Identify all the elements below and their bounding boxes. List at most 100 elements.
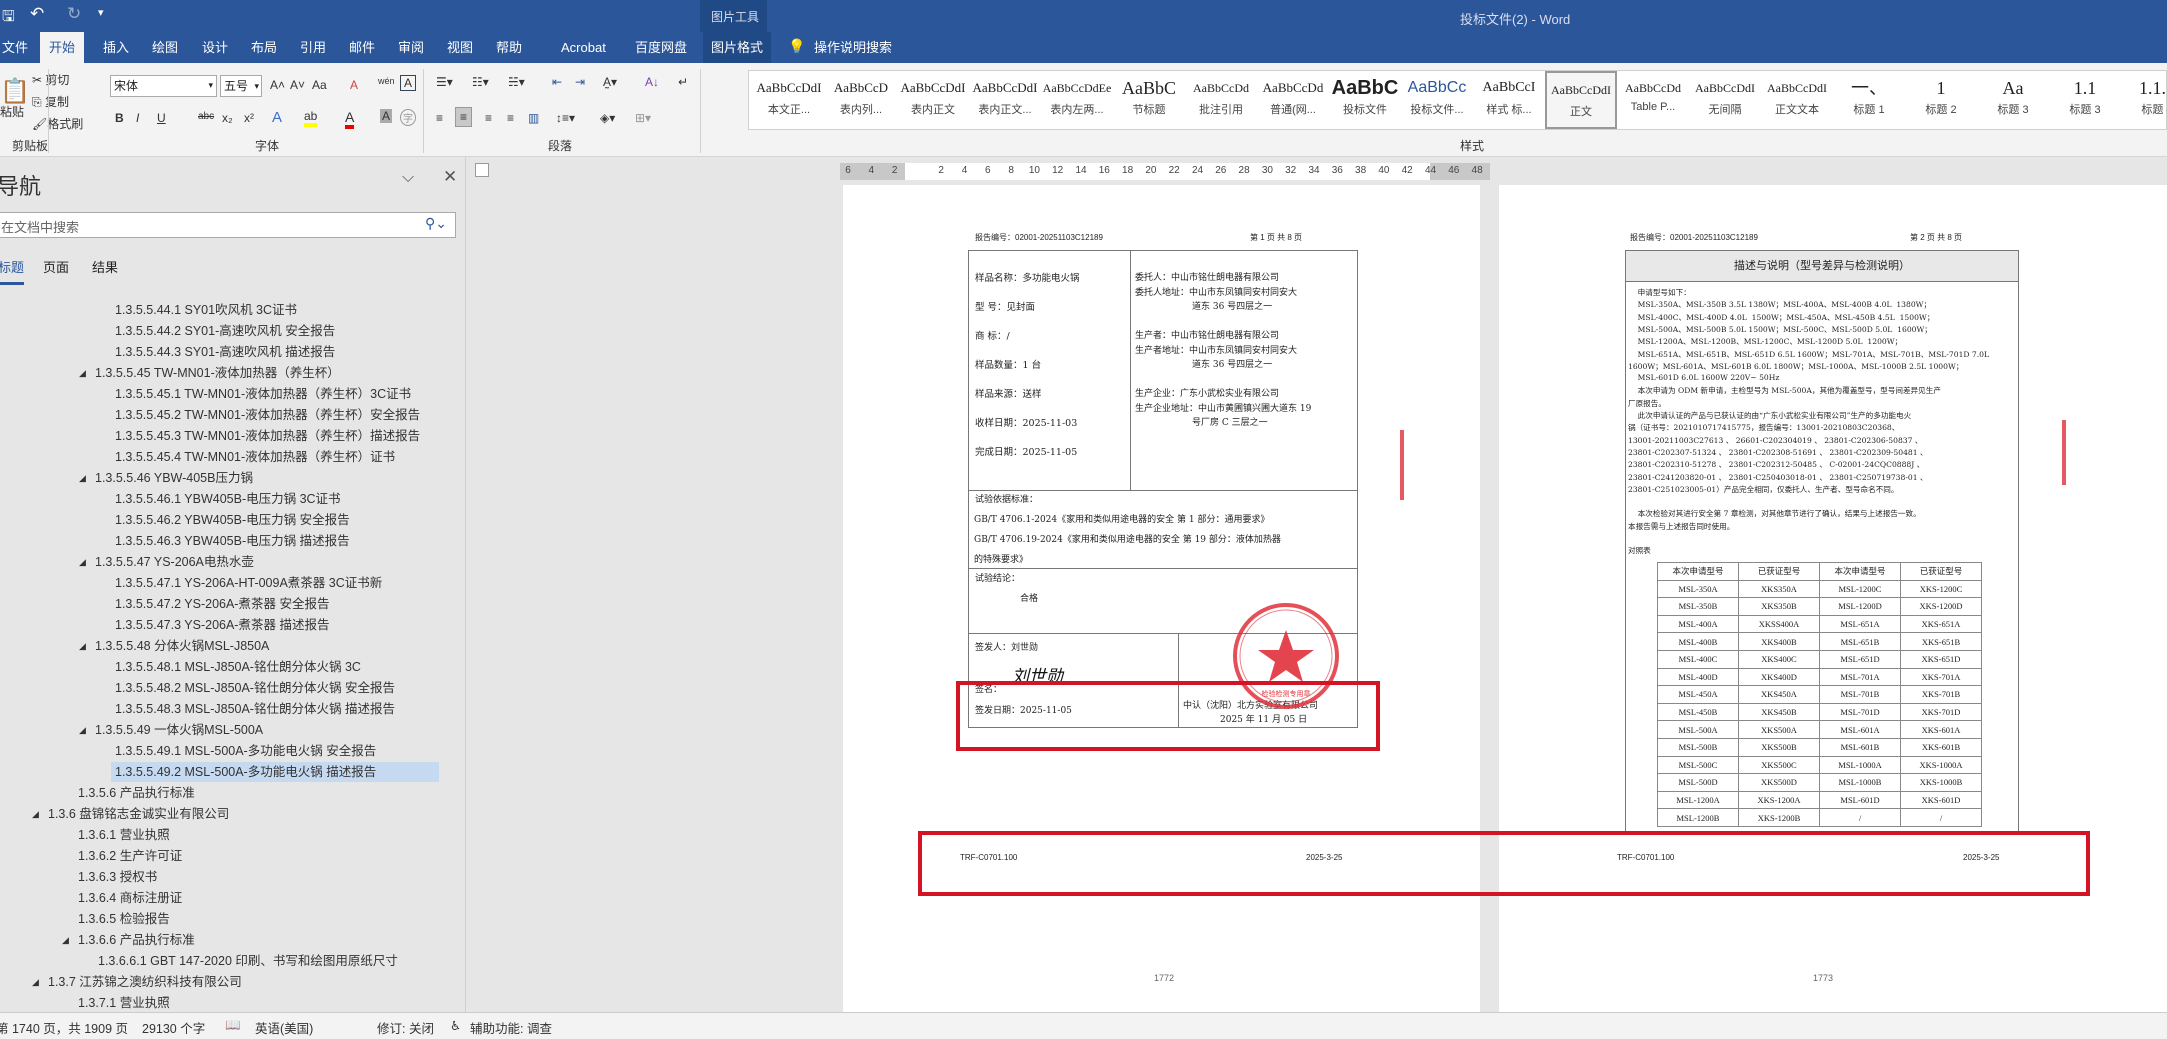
nav-heading-item[interactable]: 1.3.5.5.46 YBW-405B压力锅 (91, 468, 253, 488)
nav-heading-item[interactable]: 1.3.5.5.45.4 TW-MN01-液体加热器（养生杯）证书 (111, 447, 395, 467)
nav-heading-item[interactable]: 1.3.7.1 营业执照 (74, 993, 170, 1013)
nav-heading-item[interactable]: 1.3.5.5.44.1 SY01吹风机 3C证书 (111, 300, 297, 320)
nav-heading-item[interactable]: 1.3.6 盘锦铭志金诚实业有限公司 (44, 804, 229, 824)
enclose-characters-button[interactable]: 字 (400, 109, 416, 126)
style-item[interactable]: AaBbCcDdI 表内正文... (969, 71, 1041, 129)
nav-heading-item[interactable]: 1.3.5.5.46.2 YBW405B-电压力锅 安全报告 (111, 510, 350, 530)
language[interactable]: 英语(美国) (255, 1018, 313, 1037)
shading-icon[interactable]: ◈▾ (600, 111, 615, 125)
style-item[interactable]: AaBbCcDdI 无间隔 (1689, 71, 1761, 129)
style-item[interactable]: AaBbC 节标题 (1113, 71, 1185, 129)
nav-heading-item[interactable]: 1.3.6.5 检验报告 (74, 909, 170, 929)
style-item[interactable]: AaBbCcDdEe 表内左两... (1041, 71, 1113, 129)
tab-draw[interactable]: 绘图 (144, 32, 186, 63)
style-item[interactable]: AaBbCcI 样式 标... (1473, 71, 1545, 129)
bullets-icon[interactable]: ☰▾ (436, 75, 453, 89)
search-input[interactable]: 在文档中搜索 ⚲⌄ (0, 212, 456, 238)
style-item[interactable]: AaBbCcDdI 本文正... (753, 71, 825, 129)
highlight-button[interactable]: ab (304, 109, 318, 127)
expand-triangle-icon[interactable]: ◢ (32, 809, 39, 820)
style-item[interactable]: AaBbCcDdI 正文 (1545, 71, 1617, 129)
nav-heading-item[interactable]: 1.3.5.5.47.1 YS-206A-HT-009A煮茶器 3C证书新 (111, 573, 382, 593)
redo-icon[interactable]: ↻ (67, 4, 81, 24)
nav-heading-item[interactable]: 1.3.5.5.46.1 YBW405B-电压力锅 3C证书 (111, 489, 341, 509)
style-item[interactable]: Aa 标题 3 (1977, 71, 2049, 129)
expand-triangle-icon[interactable]: ◢ (79, 473, 86, 484)
expand-triangle-icon[interactable]: ◢ (32, 977, 39, 988)
nav-heading-item[interactable]: 1.3.5.5.49.1 MSL-500A-多功能电火锅 安全报告 (111, 741, 376, 761)
cut-button[interactable]: ✂ 剪切 (32, 71, 69, 88)
tab-acrobat[interactable]: Acrobat (553, 32, 614, 63)
tab-design[interactable]: 设计 (194, 32, 236, 63)
tab-insert[interactable]: 插入 (95, 32, 137, 63)
subscript-button[interactable]: x₂ (222, 111, 233, 125)
undo-icon[interactable]: ↶ (30, 4, 44, 24)
track-changes-status[interactable]: 修订: 关闭 (377, 1018, 434, 1037)
tab-results[interactable]: 结果 (92, 257, 118, 276)
align-left-icon[interactable]: ≡ (436, 111, 443, 125)
font-color-button[interactable]: A (345, 109, 355, 129)
nav-heading-item[interactable]: 1.3.5.5.47.2 YS-206A-煮茶器 安全报告 (111, 594, 329, 614)
word-count[interactable]: 29130 个字 (142, 1018, 205, 1037)
nav-heading-item[interactable]: 1.3.5.5.49.2 MSL-500A-多功能电火锅 描述报告 (111, 762, 439, 782)
numbering-icon[interactable]: ☷▾ (472, 75, 489, 89)
accessibility-status[interactable]: 辅助功能: 调查 (470, 1018, 552, 1037)
tab-selector[interactable] (475, 163, 489, 177)
sort-icon[interactable]: A↓ (645, 75, 659, 89)
tab-references[interactable]: 引用 (292, 32, 334, 63)
decrease-indent-icon[interactable]: ⇤ (552, 75, 562, 89)
nav-heading-item[interactable]: 1.3.6.2 生产许可证 (74, 846, 182, 866)
nav-heading-item[interactable]: 1.3.5.5.48 分体火锅MSL-J850A (91, 636, 269, 656)
align-center-icon[interactable]: ≡ (455, 107, 473, 127)
expand-triangle-icon[interactable]: ◢ (62, 935, 69, 946)
format-painter-button[interactable]: 🖌格式刷 (32, 115, 83, 132)
superscript-button[interactable]: x² (244, 111, 254, 125)
paste-button[interactable]: 粘贴 (0, 103, 24, 120)
font-name-select[interactable]: 宋体 ▾ (110, 75, 217, 97)
nav-heading-item[interactable]: 1.3.5.5.44.3 SY01-高速吹风机 描述报告 (111, 342, 335, 362)
character-shading-button[interactable]: A (380, 109, 393, 123)
nav-heading-item[interactable]: 1.3.6.3 授权书 (74, 867, 157, 887)
save-icon[interactable]: 🖫 (2, 6, 15, 31)
justify-icon[interactable]: ≡ (507, 111, 514, 125)
tab-view[interactable]: 视图 (439, 32, 481, 63)
tell-me-search[interactable]: 操作说明搜索 (806, 32, 900, 63)
nav-heading-item[interactable]: 1.3.7 江苏锦之澳纺织科技有限公司 (44, 972, 242, 992)
tab-picture-format[interactable]: 图片格式 (703, 32, 772, 63)
bold-button[interactable]: B (115, 111, 124, 125)
style-item[interactable]: AaBbCcDd Table P... (1617, 71, 1689, 129)
nav-heading-item[interactable]: 1.3.5.5.48.1 MSL-J850A-铭仕朗分体火锅 3C (111, 657, 361, 677)
nav-heading-item[interactable]: 1.3.6.1 营业执照 (74, 825, 170, 845)
tab-file[interactable]: 文件 (0, 32, 36, 63)
multilevel-list-icon[interactable]: ☵▾ (508, 75, 525, 89)
style-item[interactable]: 1 标题 2 (1905, 71, 1977, 129)
underline-button[interactable]: U (157, 111, 166, 125)
nav-heading-item[interactable]: 1.3.5.5.48.3 MSL-J850A-铭仕朗分体火锅 描述报告 (111, 699, 395, 719)
show-marks-icon[interactable]: ↵ (678, 75, 688, 89)
tab-help[interactable]: 帮助 (488, 32, 530, 63)
nav-heading-item[interactable]: 1.3.5.5.45 TW-MN01-液体加热器（养生杯） (91, 363, 340, 383)
style-item[interactable]: AaBbCc 投标文件... (1401, 71, 1473, 129)
close-icon[interactable]: ✕ (443, 167, 457, 187)
tab-baidu-netdisk[interactable]: 百度网盘 (627, 32, 695, 63)
nav-heading-item[interactable]: 1.3.5.5.46.3 YBW405B-电压力锅 描述报告 (111, 531, 350, 551)
increase-indent-icon[interactable]: ⇥ (575, 75, 585, 89)
search-icon[interactable]: ⚲⌄ (425, 215, 447, 232)
clear-formatting-button[interactable]: A (350, 78, 358, 92)
tab-home[interactable]: 开始 (40, 32, 84, 63)
expand-triangle-icon[interactable]: ◢ (79, 368, 86, 379)
nav-heading-item[interactable]: 1.3.5.5.47 YS-206A电热水壶 (91, 552, 254, 572)
line-spacing-icon[interactable]: ↕≡▾ (556, 111, 575, 125)
nav-heading-item[interactable]: 1.3.6.6.1 GBT 147-2020 印刷、书写和绘图用原纸尺寸 (94, 951, 398, 971)
style-item[interactable]: 1.1 标题 3 (2049, 71, 2121, 129)
nav-heading-item[interactable]: 1.3.5.5.47.3 YS-206A-煮茶器 描述报告 (111, 615, 329, 635)
copy-button[interactable]: ⎘ 复制 (32, 93, 69, 110)
nav-heading-item[interactable]: 1.3.5.5.49 一体火锅MSL-500A (91, 720, 263, 740)
tab-review[interactable]: 审阅 (390, 32, 432, 63)
italic-button[interactable]: I (136, 111, 139, 125)
tab-layout[interactable]: 布局 (243, 32, 285, 63)
page-count[interactable]: 第 1740 页，共 1909 页 (0, 1018, 128, 1037)
tab-pages[interactable]: 页面 (43, 257, 69, 276)
style-item[interactable]: 1.1.1 标题 4 (2121, 71, 2167, 129)
style-item[interactable]: AaBbCcDd 批注引用 (1185, 71, 1257, 129)
